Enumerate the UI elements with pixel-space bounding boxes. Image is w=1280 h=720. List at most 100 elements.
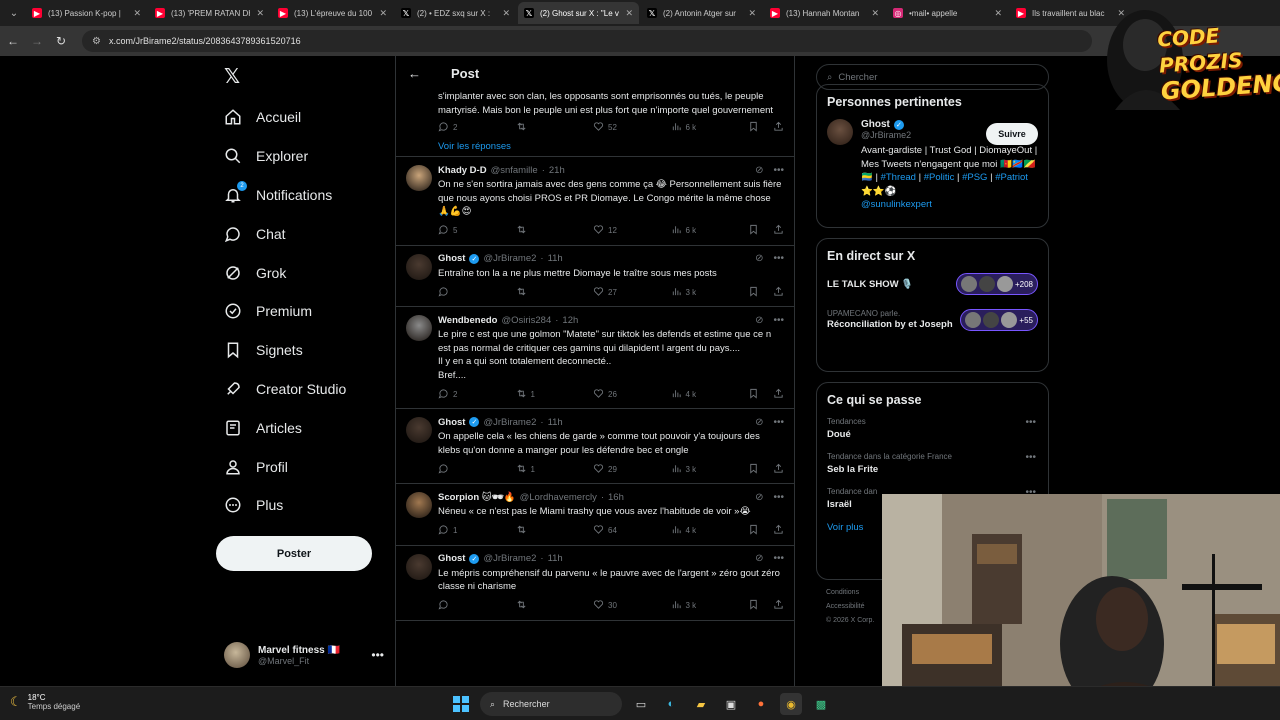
footer-link[interactable]: Accessibilité xyxy=(826,600,874,614)
bio-link[interactable]: #Thread xyxy=(881,172,916,183)
bookmark-icon[interactable] xyxy=(748,599,759,612)
share-icon[interactable] xyxy=(773,121,784,134)
edge-icon[interactable]: ◐ xyxy=(660,693,682,715)
x-logo-icon[interactable]: 𝕏 xyxy=(224,64,240,89)
more-icon[interactable]: ••• xyxy=(1025,417,1036,428)
browser-tab[interactable]: 𝕏 (2) Ghost sur X : "Le v ✕ xyxy=(518,2,639,24)
reply-button[interactable]: 5 xyxy=(438,224,516,237)
tweet[interactable]: Ghost ✓ @JrBirame2 · 11h ⊘ ••• On appelle cela … xyxy=(396,409,794,484)
repost-button[interactable]: 1 xyxy=(516,388,594,401)
views-button[interactable]: 6 k xyxy=(671,224,749,237)
site-info-icon[interactable]: ⚙ xyxy=(92,36,101,47)
grok-icon[interactable]: ⊘ xyxy=(755,492,763,503)
tweet[interactable]: Ghost ✓ @JrBirame2 · 11h ⊘ ••• Entraîne ton la … xyxy=(396,246,794,307)
tweet-time[interactable]: 21h xyxy=(549,165,565,176)
grok-icon[interactable]: ⊘ xyxy=(755,417,763,428)
browser-tab[interactable]: ▶ (13) L'épreuve du 100 ✕ xyxy=(272,2,393,24)
like-button[interactable]: 64 xyxy=(593,524,671,537)
trend-item[interactable]: Tendances Doué ••• xyxy=(827,417,1038,440)
share-icon[interactable] xyxy=(773,388,784,401)
share-icon[interactable] xyxy=(773,463,784,476)
more-icon[interactable]: ••• xyxy=(773,253,784,264)
sidebar-item-grok[interactable]: Grok xyxy=(224,253,346,292)
more-icon[interactable]: ••• xyxy=(371,648,384,662)
sidebar-item-creator-studio[interactable]: Creator Studio xyxy=(224,370,346,409)
bookmark-icon[interactable] xyxy=(748,524,759,537)
repost-button[interactable] xyxy=(516,224,594,237)
back-icon[interactable]: ← xyxy=(6,34,20,48)
taskbar-search[interactable]: ⌕ Rechercher xyxy=(480,692,622,716)
avatar[interactable] xyxy=(406,165,432,191)
avatar[interactable] xyxy=(406,553,432,580)
views-button[interactable]: 3 k xyxy=(671,599,749,612)
share-icon[interactable] xyxy=(773,286,784,299)
sidebar-item-premium[interactable]: Premium xyxy=(224,292,346,331)
like-button[interactable]: 30 xyxy=(593,599,671,612)
bookmark-icon[interactable] xyxy=(748,463,759,476)
share-icon[interactable] xyxy=(773,524,784,537)
repost-button[interactable]: 1 xyxy=(516,463,594,476)
live-listeners-pill[interactable]: +55 xyxy=(960,309,1038,331)
weather-widget[interactable]: ☾ 18°C Temps dégagé xyxy=(10,693,80,711)
grok-icon[interactable]: ⊘ xyxy=(755,553,763,564)
browser-tab[interactable]: ▶ (13) Passion K-pop | ✕ xyxy=(26,2,147,24)
bio-link[interactable]: #PSG xyxy=(962,172,987,183)
close-icon[interactable]: ✕ xyxy=(379,8,387,19)
reply-button[interactable] xyxy=(438,463,516,476)
browser-tab[interactable]: ▶ (13) 'PREM RATAN DH ✕ xyxy=(149,2,270,24)
close-icon[interactable]: ✕ xyxy=(256,8,264,19)
tweet-time[interactable]: 11h xyxy=(548,253,563,264)
repost-button[interactable] xyxy=(516,524,594,537)
sidebar-item-plus[interactable]: Plus xyxy=(224,486,346,525)
forward-icon[interactable]: → xyxy=(30,34,44,48)
tweet-author[interactable]: Scorpion 🐱🕶🔥 xyxy=(438,492,516,503)
file-explorer-icon[interactable]: ▰ xyxy=(690,693,712,715)
reply-button[interactable] xyxy=(438,286,516,299)
live-listeners-pill[interactable]: +208 xyxy=(955,273,1038,295)
avatar[interactable] xyxy=(406,417,432,443)
more-icon[interactable]: ••• xyxy=(773,165,784,176)
address-bar[interactable]: ⚙ x.com/JrBirame2/status/208364378936152… xyxy=(82,30,1092,52)
tweet-author[interactable]: Ghost xyxy=(438,253,465,264)
more-icon[interactable]: ••• xyxy=(773,553,784,564)
like-button[interactable]: 26 xyxy=(593,388,671,401)
avatar[interactable] xyxy=(827,119,853,145)
tweet-author[interactable]: Khady D-D xyxy=(438,165,487,176)
like-button[interactable]: 27 xyxy=(593,286,671,299)
bookmark-icon[interactable] xyxy=(748,224,759,237)
app-icon[interactable]: ▩ xyxy=(810,693,832,715)
reply-button[interactable] xyxy=(438,599,516,612)
avatar[interactable] xyxy=(406,492,432,518)
windows-start-icon[interactable] xyxy=(450,693,472,715)
close-icon[interactable]: ✕ xyxy=(748,8,756,19)
tweet-author[interactable]: Ghost xyxy=(438,417,465,428)
more-icon[interactable]: ••• xyxy=(773,417,784,428)
tweet-author[interactable]: Wendbenedo xyxy=(438,315,497,326)
close-icon[interactable]: ✕ xyxy=(133,8,141,19)
bio-link[interactable]: #Patriot xyxy=(995,172,1028,183)
sidebar-item-articles[interactable]: Articles xyxy=(224,408,346,447)
share-icon[interactable] xyxy=(773,224,784,237)
tweet-time[interactable]: 11h xyxy=(548,417,563,428)
trend-item[interactable]: Tendance dans la catégorie France Seb la … xyxy=(827,452,1038,475)
task-view-icon[interactable]: ▭ xyxy=(630,693,652,715)
sidebar-item-chat[interactable]: Chat xyxy=(224,214,346,253)
footer-link[interactable]: Conditions xyxy=(826,586,874,600)
firefox-icon[interactable]: ● xyxy=(750,693,772,715)
tweet-time[interactable]: 11h xyxy=(548,553,563,564)
sidebar-item-explorer[interactable]: Explorer xyxy=(224,137,346,176)
footer-link[interactable]: © 2026 X Corp. xyxy=(826,614,874,628)
avatar[interactable] xyxy=(406,315,432,341)
browser-tab[interactable]: ▶ (13) Hannah Montan ✕ xyxy=(764,2,885,24)
views-button[interactable]: 4 k xyxy=(671,524,749,537)
tweet[interactable]: Ghost ✓ @JrBirame2 · 11h ⊘ ••• Le mépris compré… xyxy=(396,546,794,621)
see-replies-link[interactable]: Voir les réponses xyxy=(396,137,794,157)
reply-button[interactable]: 2 xyxy=(438,388,516,401)
like-button[interactable]: 52 xyxy=(593,121,671,134)
tweet-author[interactable]: Ghost xyxy=(438,553,465,564)
like-button[interactable]: 12 xyxy=(593,224,671,237)
back-arrow-icon[interactable]: ← xyxy=(408,66,421,81)
live-space[interactable]: LE TALK SHOW 🎙️ +208 xyxy=(827,273,1038,295)
reply-button[interactable]: 1 xyxy=(438,524,516,537)
follow-button[interactable]: Suivre xyxy=(986,123,1038,145)
